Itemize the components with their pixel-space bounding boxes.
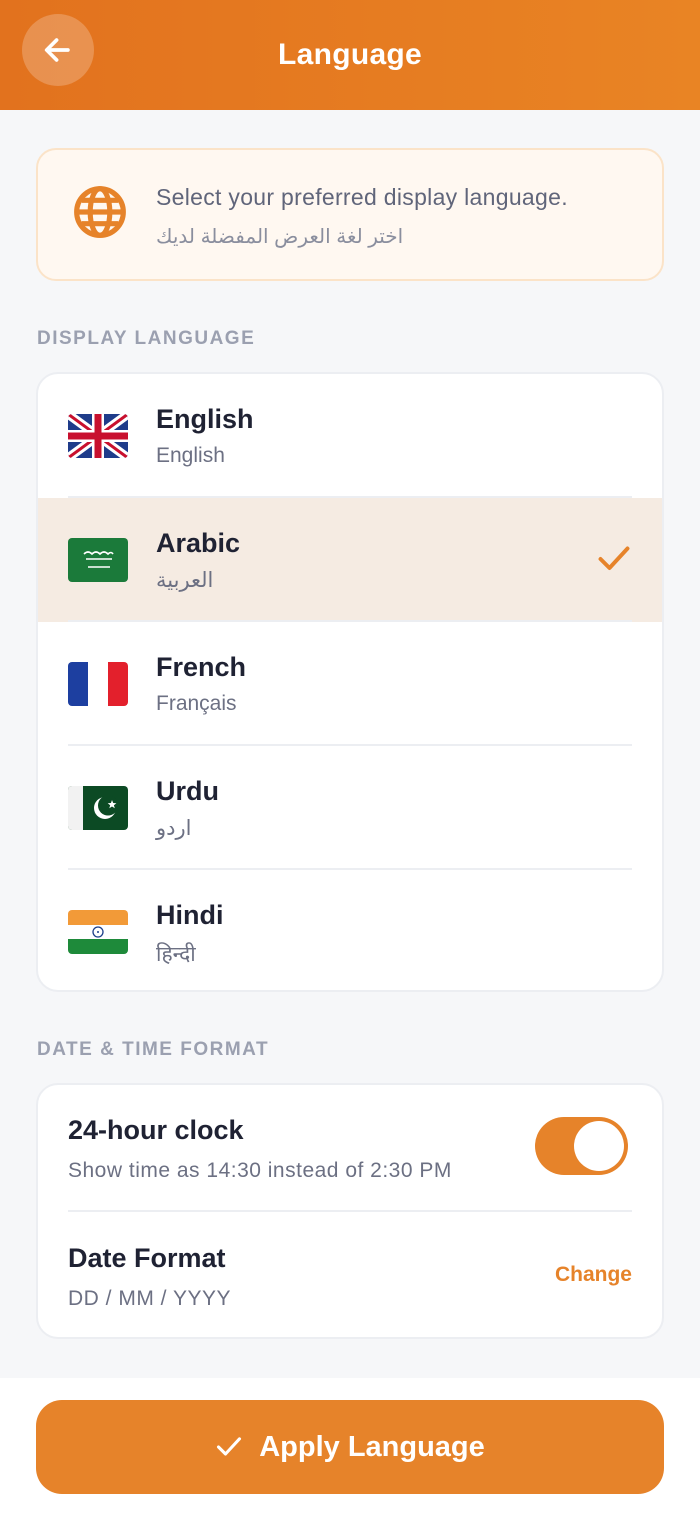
language-name: Arabic <box>156 528 241 558</box>
language-name: English <box>156 404 254 434</box>
apply-language-button[interactable]: Apply Language <box>36 1400 664 1494</box>
language-option-arabic[interactable]: Arabic العربية <box>38 498 662 622</box>
date-format-title: Date Format <box>68 1243 226 1273</box>
language-name: French <box>156 652 247 682</box>
toggle-knob <box>574 1121 624 1171</box>
language-native-name: हिन्दी <box>156 943 196 966</box>
info-card: Select your preferred display language. … <box>36 148 664 281</box>
app-header: Language <box>0 0 700 110</box>
india-flag-icon <box>68 910 128 954</box>
arrow-left-icon <box>44 38 70 62</box>
language-option-french[interactable]: French Français <box>38 622 662 746</box>
language-native-name: English <box>156 444 225 467</box>
language-option-hindi[interactable]: Hindi हिन्दी <box>38 870 662 990</box>
language-name: Hindi <box>156 900 224 930</box>
language-list: English English Arabic العربية French Fr… <box>36 372 664 992</box>
clock-setting-title: 24-hour clock <box>68 1115 244 1145</box>
date-time-card: 24-hour clock Show time as 14:30 instead… <box>36 1083 664 1339</box>
footer-bar: Apply Language <box>0 1378 700 1515</box>
saudi-flag-icon <box>68 538 128 582</box>
change-date-format-button[interactable]: Change <box>555 1263 632 1287</box>
language-native-name: Français <box>156 692 237 715</box>
apply-button-label: Apply Language <box>259 1430 485 1463</box>
page-title: Language <box>277 38 423 71</box>
back-button[interactable] <box>22 14 94 86</box>
pakistan-flag-icon <box>68 786 128 830</box>
section-label-date-time-format: DATE & TIME FORMAT <box>37 1039 270 1060</box>
uk-flag-icon <box>68 414 128 458</box>
info-text-arabic: اختر لغة العرض المفضلة لديك <box>156 226 404 248</box>
language-option-english[interactable]: English English <box>38 374 662 498</box>
language-name: Urdu <box>156 776 219 806</box>
clock-setting-subtitle: Show time as 14:30 instead of 2:30 PM <box>68 1159 452 1182</box>
language-native-name: اردو <box>156 817 192 840</box>
france-flag-icon <box>68 662 128 706</box>
check-icon <box>217 1437 242 1456</box>
language-option-urdu[interactable]: Urdu اردو <box>38 746 662 870</box>
check-icon <box>598 546 630 570</box>
24-hour-clock-toggle[interactable] <box>535 1117 628 1175</box>
globe-icon <box>74 186 126 238</box>
divider <box>68 1210 632 1212</box>
date-format-value: DD / MM / YYYY <box>68 1287 231 1310</box>
section-label-display-language: DISPLAY LANGUAGE <box>37 328 256 349</box>
language-native-name: العربية <box>156 569 214 592</box>
info-text-english: Select your preferred display language. <box>156 184 568 210</box>
